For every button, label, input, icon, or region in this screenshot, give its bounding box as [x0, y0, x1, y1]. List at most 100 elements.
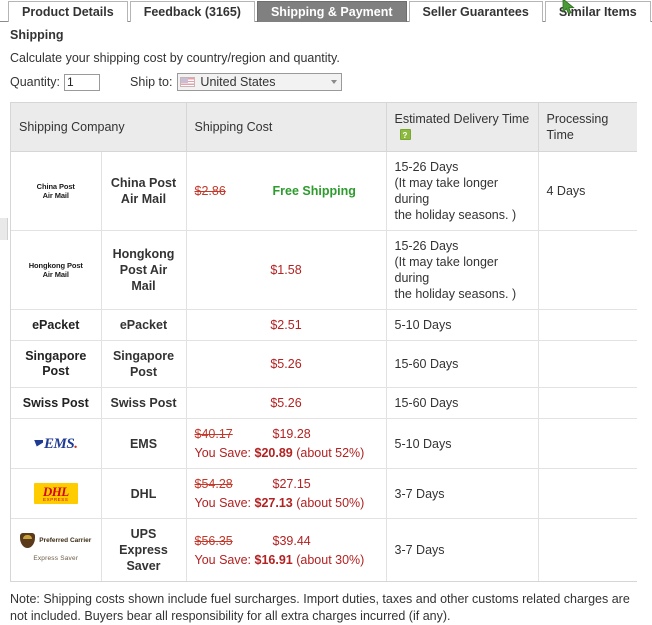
processing-time-cell [538, 387, 637, 419]
carrier-name: China Post Air Mail [101, 151, 187, 231]
ups-shield-icon [20, 533, 36, 548]
shipping-price: $2.51 [270, 318, 302, 332]
free-shipping-label: Free Shipping [272, 184, 356, 198]
header-estimated-delivery-time: Estimated Delivery Time? [386, 103, 539, 152]
eta-main: 15-26 Days [394, 239, 459, 253]
you-save-percent: (about 30%) [292, 552, 365, 567]
carrier-name: Singapore Post [101, 340, 187, 388]
header-eta-label: Estimated Delivery Time [394, 112, 530, 126]
quantity-shipto-row: Quantity: Ship to: United States [10, 73, 652, 91]
table-row[interactable]: Swiss Post Swiss Post $5.26 15-60 Days [11, 387, 637, 419]
you-save-text: You Save: $20.89 (about 52%) [195, 445, 378, 461]
original-price: $40.17 [194, 427, 233, 441]
logo-line-2: EXPRESS [43, 496, 69, 502]
carrier-logo-cell: Hongkong Post Air Mail [11, 230, 102, 310]
estimated-delivery-cell: 15-60 Days [386, 340, 539, 388]
processing-time-cell: 4 Days [538, 151, 637, 231]
shipping-methods-table-wrapper: Shipping Company Shipping Cost Estimated… [10, 102, 637, 582]
tab-similar-items[interactable]: Similar Items [544, 1, 651, 22]
eta-main: 15-26 Days [394, 160, 459, 174]
carrier-name: Swiss Post [101, 387, 187, 419]
estimated-delivery-cell: 15-60 Days [386, 387, 539, 419]
logo-line-1: China Post [36, 182, 75, 191]
note-line-1: Note: Shipping costs shown include fuel … [10, 592, 630, 606]
tab-bar: Product Details Feedback (3165) Shipping… [0, 0, 652, 22]
estimated-delivery-cell: 3-7 Days [386, 518, 539, 582]
logo-line-2: Post [42, 364, 70, 378]
ems-logo-icon: EMS. [34, 436, 78, 452]
header-shipping-cost: Shipping Cost [186, 103, 387, 152]
estimated-delivery-cell: 15-26 Days (It may take longer during th… [386, 230, 539, 310]
discounted-price: $27.15 [272, 477, 311, 491]
chevron-down-icon [331, 80, 338, 84]
shipping-cost-cell: $40.17 $19.28 You Save: $20.89 (about 52… [186, 418, 387, 469]
processing-time-cell [538, 468, 637, 519]
you-save-amount: $16.91 [254, 552, 293, 567]
you-save-amount: $27.13 [254, 496, 293, 510]
eta-note-line-2: the holiday seasons. ) [394, 208, 517, 222]
original-price: $54.28 [194, 477, 233, 491]
shipto-label: Ship to: [130, 75, 173, 89]
tab-feedback[interactable]: Feedback (3165) [129, 1, 255, 22]
shipping-cost-cell: $54.28 $27.15 You Save: $27.13 (about 50… [186, 468, 387, 519]
estimated-delivery-cell: 15-26 Days (It may take longer during th… [386, 151, 539, 231]
carrier-logo-cell: Singapore Post [11, 340, 102, 388]
table-row[interactable]: China Post Air Mail China Post Air Mail … [11, 151, 637, 231]
you-save-text: You Save: $16.91 (about 30%) [195, 552, 378, 568]
tab-label: Shipping & Payment [270, 5, 393, 19]
logo-line-1: Hongkong Post [28, 261, 83, 270]
tab-label: Product Details [22, 5, 114, 19]
logo-line-2: Express Saver [33, 555, 79, 562]
note-line-2: not included. Buyers bear all responsibi… [10, 609, 451, 623]
eta-note-line-1: (It may take longer during [394, 255, 499, 285]
tab-seller-guarantees[interactable]: Seller Guarantees [408, 1, 543, 22]
shipping-price: $1.58 [270, 263, 302, 277]
eta-main: 5-10 Days [394, 436, 452, 451]
eta-main: 15-60 Days [394, 396, 459, 410]
tab-shipping-payment[interactable]: Shipping & Payment [256, 1, 407, 22]
shipping-price: $5.26 [270, 357, 302, 371]
logo-line-2: Air Mail [42, 191, 69, 200]
carrier-logo-cell: ePacket [11, 309, 102, 341]
carrier-name: UPS Express Saver [101, 518, 187, 582]
estimated-delivery-cell: 3-7 Days [386, 468, 539, 519]
carrier-logo-cell: Preferred Carrier Express Saver [11, 518, 102, 582]
hongkong-post-logo-icon: Hongkong Post Air Mail [19, 261, 93, 279]
tab-product-details[interactable]: Product Details [8, 1, 128, 22]
table-row[interactable]: DHL EXPRESS DHL $54.28 $27.15 You Save: … [11, 468, 637, 519]
estimated-delivery-cell: 5-10 Days [386, 309, 539, 341]
carrier-name: Hongkong Post Air Mail [101, 230, 187, 310]
china-post-logo-icon: China Post Air Mail [19, 182, 93, 200]
processing-time-cell [538, 418, 637, 469]
table-row[interactable]: Preferred Carrier Express Saver UPS Expr… [11, 518, 637, 582]
original-price: $56.35 [194, 533, 233, 548]
help-icon[interactable]: ? [399, 129, 411, 140]
eta-main: 5-10 Days [394, 318, 452, 332]
shipto-country-select[interactable]: United States [177, 73, 343, 91]
table-row[interactable]: Hongkong Post Air Mail Hongkong Post Air… [11, 230, 637, 310]
processing-time-cell [538, 230, 637, 310]
header-shipping-company: Shipping Company [11, 103, 187, 152]
scroll-edge-artifact [0, 218, 8, 240]
logo-line-1: DHL [42, 483, 69, 499]
original-price: $2.86 [194, 184, 226, 198]
shipping-note: Note: Shipping costs shown include fuel … [10, 591, 640, 625]
swiss-post-logo-icon: Swiss Post [22, 395, 89, 410]
quantity-label: Quantity: [10, 75, 61, 89]
you-save-prefix: You Save: [194, 446, 255, 460]
table-header-row: Shipping Company Shipping Cost Estimated… [11, 103, 637, 152]
discounted-price: $19.28 [272, 427, 311, 441]
table-row[interactable]: EMS. EMS $40.17 $19.28 You Save: $20.89 … [11, 418, 637, 469]
eta-main: 3-7 Days [394, 486, 445, 501]
table-row[interactable]: ePacket ePacket $2.51 5-10 Days [11, 309, 637, 341]
header-processing-time: Processing Time [538, 103, 637, 152]
eta-main: 15-60 Days [394, 357, 459, 371]
table-row[interactable]: Singapore Post Singapore Post $5.26 15-6… [11, 340, 637, 388]
shipping-cost-cell: $56.35 $39.44 You Save: $16.91 (about 30… [186, 518, 387, 582]
you-save-text: You Save: $27.13 (about 50%) [195, 495, 378, 511]
shipping-price: $5.26 [270, 396, 302, 410]
you-save-prefix: You Save: [194, 496, 255, 510]
quantity-input[interactable] [64, 73, 101, 91]
shipping-cost-cell: $2.86 Free Shipping [186, 151, 387, 231]
us-flag-icon [180, 77, 196, 87]
